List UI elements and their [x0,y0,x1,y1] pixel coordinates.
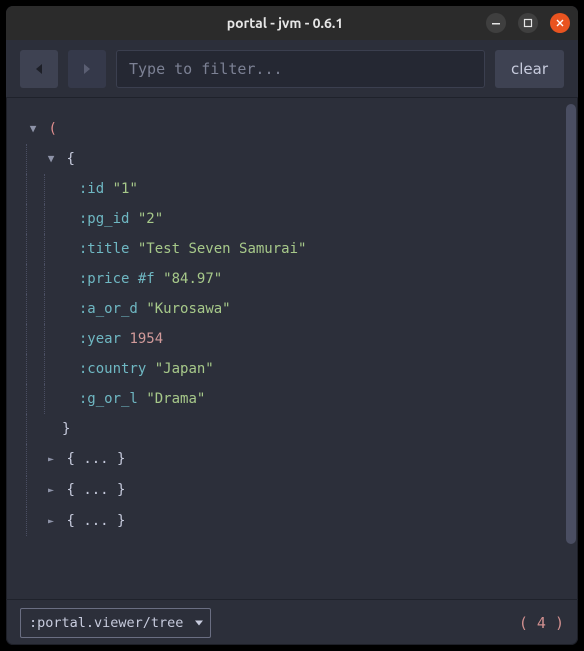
map-key: :id [79,174,104,204]
minimize-icon [491,18,501,28]
maximize-icon [523,18,533,28]
ellipsis: ... [83,475,108,505]
close-brace: } [117,444,125,474]
map-key: :price [79,264,130,294]
caret-right-icon[interactable] [44,506,58,537]
window-title: portal - jvm - 0.6.1 [84,15,486,31]
close-brace: } [117,506,125,536]
triangle-left-icon [32,62,46,76]
tree-entry-row[interactable]: :price #f "84.97" [26,264,554,294]
tree-entry-row[interactable]: :pg_id "2" [26,204,554,234]
clear-button[interactable]: clear [495,50,564,88]
tree-entry-row[interactable]: :country "Japan" [26,354,554,384]
minimize-button[interactable] [486,13,506,33]
map-value: "Drama" [146,384,205,414]
app-window: portal - jvm - 0.6.1 cle [6,6,578,645]
content-scroll: ( { :id "1" :pg_id "2" :title "Test Seve… [6,98,578,599]
caret-right-icon[interactable] [44,475,58,506]
map-value: "2" [138,204,163,234]
item-count: ( 4 ) [519,614,564,632]
tree-entry-row[interactable]: :year 1954 [26,324,554,354]
map-value: "Japan" [155,354,214,384]
map-value: "Kurosawa" [146,294,230,324]
map-value: 1954 [129,324,163,354]
scrollbar-track[interactable] [566,104,576,594]
reader-tag: #f [138,264,163,294]
map-key: :a_or_d [79,294,138,324]
filter-input[interactable] [116,50,485,88]
close-brace: } [62,414,70,444]
nav-forward-button[interactable] [68,50,106,88]
viewer-select[interactable]: :portal.viewer/tree [20,608,211,638]
close-button[interactable] [550,13,570,33]
tree-content: ( { :id "1" :pg_id "2" :title "Test Seve… [6,108,566,599]
triangle-right-icon [80,62,94,76]
tree-collapsed-row[interactable]: { ... } [26,506,554,537]
open-brace: { [66,475,74,505]
map-value: "1" [113,174,138,204]
caret-down-icon[interactable] [44,144,58,174]
open-brace: { [66,444,74,474]
nav-back-button[interactable] [20,50,58,88]
map-key: :pg_id [79,204,130,234]
caret-down-icon[interactable] [26,114,40,144]
ellipsis: ... [83,506,108,536]
tree-collapsed-row[interactable]: { ... } [26,444,554,475]
open-brace: { [66,506,74,536]
ellipsis: ... [83,444,108,474]
titlebar: portal - jvm - 0.6.1 [6,6,578,40]
tree-entry-row[interactable]: :title "Test Seven Samurai" [26,234,554,264]
tree-map-close-row: } [26,414,554,444]
map-key: :year [79,324,121,354]
tree-entry-row[interactable]: :a_or_d "Kurosawa" [26,294,554,324]
close-brace: } [117,475,125,505]
map-value: "Test Seven Samurai" [138,234,307,264]
toolbar: clear [6,40,578,98]
scrollbar-thumb[interactable] [566,104,576,544]
tree-root-row[interactable]: ( [26,114,554,144]
open-brace: { [66,144,74,174]
close-icon [555,18,565,28]
tree-map-open-row[interactable]: { [26,144,554,174]
tree-collapsed-row[interactable]: { ... } [26,475,554,506]
map-key: :country [79,354,146,384]
map-value: "84.97" [163,264,222,294]
tree-entry-row[interactable]: :id "1" [26,174,554,204]
map-key: :g_or_l [79,384,138,414]
maximize-button[interactable] [518,13,538,33]
tree-entry-row[interactable]: :g_or_l "Drama" [26,384,554,414]
map-key: :title [79,234,130,264]
caret-right-icon[interactable] [44,444,58,475]
footer: :portal.viewer/tree ( 4 ) [6,599,578,645]
open-paren: ( [48,114,56,144]
